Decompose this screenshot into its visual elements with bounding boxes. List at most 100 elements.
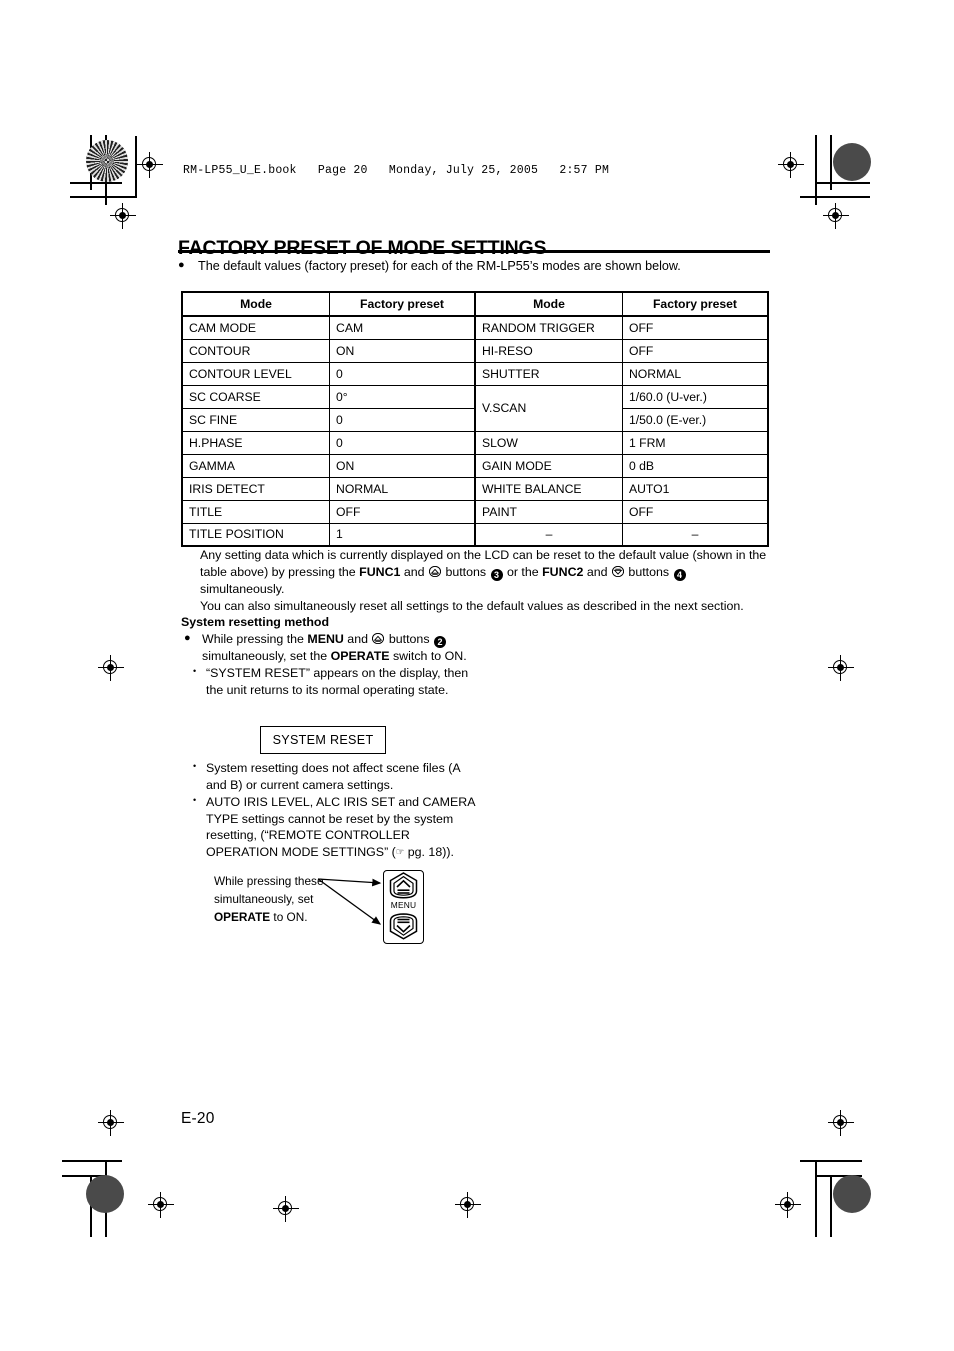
list-item: ● While pressing the MENU and buttons 2 s… [181, 631, 481, 665]
cell-preset-left: ON [329, 453, 476, 478]
note-text-b: and [400, 564, 428, 579]
step-text-a: While pressing the [202, 632, 308, 646]
badge-2: 2 [433, 636, 446, 648]
reset-note-paragraph: Any setting data which is currently disp… [200, 547, 770, 598]
note-text-c: buttons [442, 564, 490, 579]
table-row: CONTOUR LEVEL 0 SHUTTER NORMAL [181, 361, 769, 386]
column-header-preset-right: Factory preset [621, 291, 769, 317]
page-title: FACTORY PRESET OF MODE SETTINGS [178, 237, 547, 260]
cell-mode-right: – [473, 522, 623, 547]
lcd-display-box: SYSTEM RESET [260, 726, 386, 754]
cell-mode-left: H.PHASE [181, 430, 331, 455]
cell-preset-right: 1 FRM [621, 430, 769, 455]
cell-mode-right: RANDOM TRIGGER [473, 315, 623, 340]
table-row: TITLE POSITION 1 – – [181, 522, 769, 547]
up-button[interactable] [389, 872, 418, 899]
cell-preset-right: OFF [621, 338, 769, 363]
down-arrow-button-icon [611, 565, 625, 577]
cell-preset-left: 1 [329, 522, 476, 547]
intro-bullet-item: ● The default values (factory preset) for… [178, 258, 778, 275]
cell-preset-left: NORMAL [329, 476, 476, 501]
cell-preset-left: OFF [329, 499, 476, 524]
cell-preset-right: 0 dB [621, 453, 769, 478]
operate-label: OPERATE [330, 649, 390, 663]
section-heading-system-resetting: System resetting method [181, 615, 330, 629]
table-row: H.PHASE 0 SLOW 1 FRM [181, 430, 769, 455]
cell-mode-right: WHITE BALANCE [473, 476, 623, 501]
page-number-footer: E-20 [181, 1110, 215, 1127]
func1-label: FUNC1 [359, 564, 401, 579]
note-text-f: buttons [624, 564, 673, 579]
cell-preset-right: OFF [621, 315, 769, 340]
reset-note-block: Any setting data which is currently disp… [200, 547, 770, 615]
file-path-header: RM-LP55_U_E.book Page 20 Monday, July 25… [183, 164, 610, 177]
step-text-b: and [343, 632, 372, 646]
cell-mode-left: IRIS DETECT [181, 476, 331, 501]
cell-mode-left: GAMMA [181, 453, 331, 478]
cell-mode-right: HI-RESO [473, 338, 623, 363]
system-reset-notes-list: • System resetting does not affect scene … [181, 760, 481, 861]
menu-unit-label: MENU [390, 900, 417, 910]
up-arrow-button-icon [428, 565, 442, 577]
bullet-glyph: • [193, 761, 197, 771]
cell-mode-left: TITLE [181, 499, 331, 524]
note-text-g: simultaneously. [200, 581, 285, 596]
cell-preset-left: ON [329, 338, 476, 363]
cell-preset-right: 1/60.0 (U-ver.) [621, 384, 769, 409]
cell-mode-left: CONTOUR LEVEL [181, 361, 331, 386]
cell-mode-right: SLOW [473, 430, 623, 455]
cell-preset-right: 1/50.0 (E-ver.) [621, 407, 769, 432]
column-header-mode-left: Mode [181, 291, 331, 317]
cell-preset-left: 0° [329, 384, 476, 409]
cell-preset-left: 0 [329, 407, 476, 432]
table-row: IRIS DETECT NORMAL WHITE BALANCE AUTO1 [181, 476, 769, 501]
factory-preset-table: Mode Factory preset Mode Factory preset … [181, 291, 769, 547]
cell-preset-right: AUTO1 [621, 476, 769, 501]
note-text-d: or the [503, 564, 543, 579]
system-reset-steps-list: ● While pressing the MENU and buttons 2 s… [181, 631, 481, 699]
func2-label: FUNC2 [542, 564, 584, 579]
cell-mode-left: SC FINE [181, 407, 331, 432]
note-text-b: pg. 18)). [404, 845, 454, 860]
reset-note-paragraph-2: You can also simultaneously reset all se… [200, 598, 744, 613]
bullet-glyph: • [193, 665, 197, 676]
cell-preset-left: 0 [329, 430, 476, 455]
step-text: “SYSTEM RESET” appears on the display, t… [206, 665, 469, 697]
cell-mode-right-vscan: V.SCAN [473, 384, 623, 432]
bullet-glyph: ● [178, 259, 185, 271]
table-row: GAMMA ON GAIN MODE 0 dB [181, 453, 769, 478]
cell-preset-left: 0 [329, 361, 476, 386]
table-row: CAM MODE CAM RANDOM TRIGGER OFF [181, 315, 769, 340]
bullet-glyph: • [193, 794, 197, 805]
column-header-preset-left: Factory preset [329, 291, 476, 317]
cell-preset-right: – [621, 522, 769, 547]
bullet-glyph: ● [184, 632, 191, 644]
table-row: CONTOUR ON HI-RESO OFF [181, 338, 769, 363]
cell-preset-right: OFF [621, 499, 769, 524]
step-text-d: simultaneously, set the [202, 649, 331, 663]
cell-mode-left: CONTOUR [181, 338, 331, 363]
cell-preset-left: CAM [329, 315, 476, 340]
menu-label: MENU [307, 632, 344, 646]
list-item: • AUTO IRIS LEVEL, ALC IRIS SET and CAMER… [181, 794, 481, 861]
lcd-display-text: SYSTEM RESET [272, 733, 374, 747]
table-header-row: Mode Factory preset Mode Factory preset [181, 291, 769, 317]
table-row: SC COARSE 0° V.SCAN 1/60.0 (U-ver.) [181, 384, 769, 432]
step-text-e: switch to ON. [389, 649, 467, 663]
cell-preset-right: NORMAL [621, 361, 769, 386]
up-arrow-button-icon [372, 632, 385, 645]
operate-diagram: While pressing these simultaneously, set… [198, 866, 438, 966]
intro-text: The default values (factory preset) for … [198, 259, 681, 273]
column-header-mode-right: Mode [473, 291, 623, 317]
table-row: TITLE OFF PAINT OFF [181, 499, 769, 524]
cell-mode-left: TITLE POSITION [181, 522, 331, 547]
note-text-e: and [583, 564, 611, 579]
document-page: RM-LP55_U_E.book Page 20 Monday, July 25… [0, 0, 954, 1351]
cell-mode-right: PAINT [473, 499, 623, 524]
down-button[interactable] [389, 913, 418, 940]
badge-3: 3 [490, 568, 503, 581]
step-text-c: buttons [385, 632, 433, 646]
title-underline-rule [178, 250, 770, 253]
list-item: • “SYSTEM RESET” appears on the display, … [181, 665, 481, 699]
cell-mode-right: SHUTTER [473, 361, 623, 386]
